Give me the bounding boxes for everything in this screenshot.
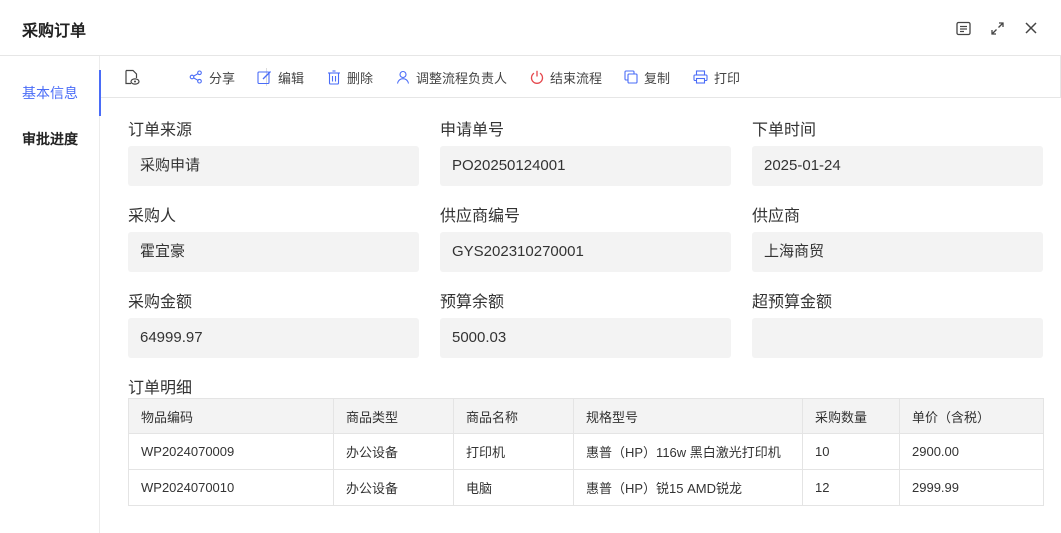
- delete-button[interactable]: 删除: [327, 69, 374, 86]
- edit-button[interactable]: 编辑: [257, 69, 305, 86]
- reassign-owner-label: 调整流程负责人: [416, 70, 508, 86]
- power-icon: [530, 70, 544, 84]
- user-icon: [396, 70, 410, 84]
- order-source-field: 采购申请: [128, 146, 419, 186]
- cell-goods-name: 打印机: [453, 433, 574, 470]
- supplier-field: 上海商贸: [752, 232, 1043, 272]
- trash-icon: [328, 69, 340, 85]
- print-button[interactable]: 打印: [693, 69, 741, 86]
- printer-icon: [693, 70, 708, 84]
- reassign-owner-button[interactable]: 调整流程负责人: [396, 69, 508, 86]
- over-budget-field: [752, 318, 1043, 358]
- column-header-goods-name: 商品名称: [453, 398, 574, 434]
- sidebar-item-approval-progress[interactable]: 审批进度: [0, 121, 100, 157]
- budget-left-label: 预算余额: [440, 294, 505, 311]
- copy-label: 复制: [644, 70, 671, 86]
- request-no-field: PO20250124001: [440, 146, 731, 186]
- end-flow-label: 结束流程: [550, 70, 603, 86]
- order-source-label: 订单来源: [128, 122, 193, 139]
- supplier-label: 供应商: [752, 208, 801, 225]
- cell-quantity: 10: [802, 433, 900, 470]
- supplier-code-label: 供应商编号: [440, 208, 521, 225]
- cell-spec: 惠普（HP）116w 黑白激光打印机: [573, 433, 803, 470]
- share-icon: [189, 70, 202, 84]
- column-header-spec: 规格型号: [573, 398, 803, 434]
- action-toolbar: 分享 编辑 删除 调整流程负责人 结束流程 复制 打印: [101, 56, 1061, 98]
- column-header-quantity: 采购数量: [802, 398, 900, 434]
- buyer-field: 霍宜豪: [128, 232, 419, 272]
- cell-goods-type: 办公设备: [333, 433, 454, 470]
- cell-goods-name: 电脑: [453, 469, 574, 506]
- copy-icon: [624, 70, 638, 84]
- over-budget-label: 超预算金额: [752, 294, 833, 311]
- dialog-title: 采购订单: [22, 23, 87, 40]
- cell-quantity: 12: [802, 469, 900, 506]
- share-label: 分享: [209, 70, 236, 86]
- table-row[interactable]: WP2024070009 办公设备 打印机 惠普（HP）116w 黑白激光打印机…: [128, 433, 1044, 470]
- column-header-unit-price: 单价（含税）: [899, 398, 1044, 434]
- print-label: 打印: [714, 70, 741, 86]
- view-icon[interactable]: [123, 69, 146, 85]
- edit-icon: [257, 70, 271, 84]
- column-header-item-code: 物品编码: [128, 398, 334, 434]
- order-time-field: 2025-01-24: [752, 146, 1043, 186]
- cell-item-code: WP2024070010: [128, 469, 334, 506]
- order-details-table: 物品编码 商品类型 商品名称 规格型号 采购数量 单价（含税） WP202407…: [128, 398, 1044, 506]
- table-header-row: 物品编码 商品类型 商品名称 规格型号 采购数量 单价（含税）: [128, 398, 1044, 434]
- cell-item-code: WP2024070009: [128, 433, 334, 470]
- buyer-label: 采购人: [128, 208, 177, 225]
- sidebar-item-basic-info[interactable]: 基本信息: [0, 70, 101, 116]
- request-no-label: 申请单号: [440, 122, 505, 139]
- delete-label: 删除: [347, 70, 374, 86]
- cell-goods-type: 办公设备: [333, 469, 454, 506]
- table-row[interactable]: WP2024070010 办公设备 电脑 惠普（HP）锐15 AMD锐龙 12 …: [128, 469, 1044, 506]
- cell-unit-price: 2900.00: [899, 433, 1044, 470]
- order-time-label: 下单时间: [752, 122, 817, 139]
- share-button[interactable]: 分享: [189, 69, 236, 86]
- column-header-goods-type: 商品类型: [333, 398, 454, 434]
- cell-spec: 惠普（HP）锐15 AMD锐龙: [573, 469, 803, 506]
- amount-label: 采购金额: [128, 294, 193, 311]
- supplier-code-field: GYS202310270001: [440, 232, 731, 272]
- budget-left-field: 5000.03: [440, 318, 731, 358]
- amount-field: 64999.97: [128, 318, 419, 358]
- end-flow-button[interactable]: 结束流程: [530, 69, 603, 86]
- expand-icon[interactable]: [989, 20, 1005, 36]
- title-bar: 采购订单: [0, 0, 1061, 56]
- sidebar-nav: 基本信息 审批进度: [0, 56, 101, 533]
- copy-button[interactable]: 复制: [624, 69, 671, 86]
- document-icon[interactable]: [955, 20, 971, 36]
- cell-unit-price: 2999.99: [899, 469, 1044, 506]
- edit-label: 编辑: [278, 70, 305, 86]
- close-icon[interactable]: [1023, 20, 1039, 36]
- order-details-title: 订单明细: [128, 380, 193, 397]
